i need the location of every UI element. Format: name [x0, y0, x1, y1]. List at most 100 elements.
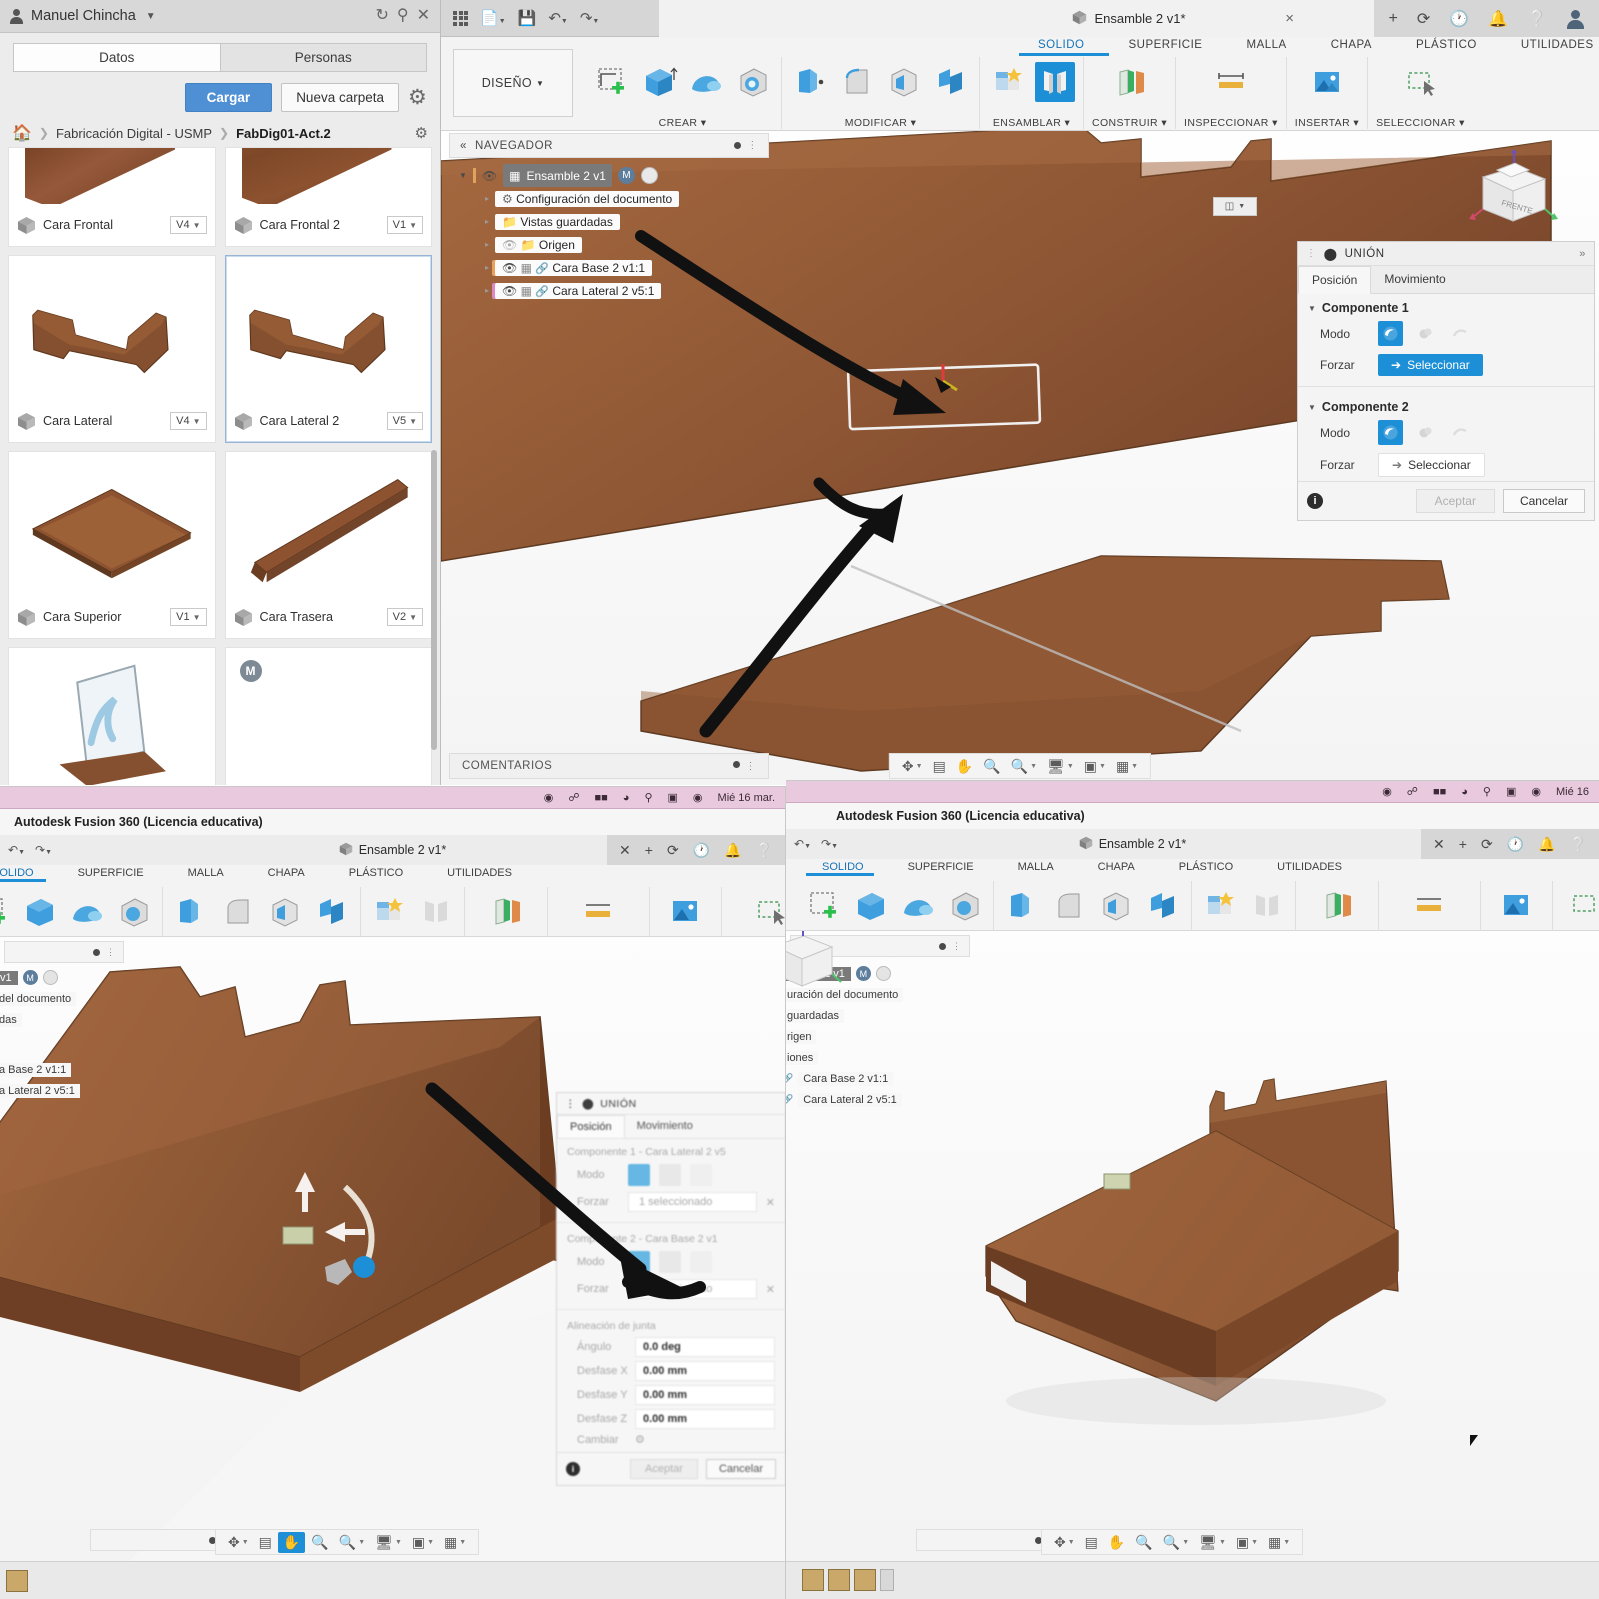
- mode-rigid-icon[interactable]: [628, 1251, 650, 1273]
- tree-row-root[interactable]: ▼ 👁 ▦ Ensamble 2 v1 M: [455, 164, 785, 187]
- ribbon-tab-chapa[interactable]: CHAPA: [1309, 39, 1394, 51]
- tree-row-saved-views[interactable]: das: [0, 1009, 76, 1030]
- ribbon-group-label[interactable]: ENSAMBLAR ▾: [993, 117, 1070, 129]
- measure-icon[interactable]: [1211, 62, 1251, 102]
- section-alineacion[interactable]: Alineación de junta: [557, 1313, 785, 1335]
- tab-posicion[interactable]: Posición: [557, 1115, 625, 1138]
- wifi-icon[interactable]: ◕: [1461, 786, 1468, 798]
- dock-app-icon[interactable]: [802, 1569, 824, 1591]
- tree-root-chip[interactable]: ▦ Ensamble 2 v1: [503, 164, 612, 187]
- add-tab-icon[interactable]: +: [1388, 10, 1397, 28]
- select-button-1[interactable]: ➔ Seleccionar: [1378, 354, 1483, 376]
- mode-slider-icon[interactable]: [1448, 420, 1473, 445]
- drag-handle-icon[interactable]: ⋮: [565, 1098, 576, 1110]
- browser-tree-fragment-2[interactable]: a Base 2 v1:1 a Lateral 2 v5:1: [0, 1059, 80, 1101]
- combine-icon[interactable]: [931, 62, 971, 102]
- ribbon-tab-chapa[interactable]: CHAPA: [1076, 861, 1157, 873]
- home-icon[interactable]: 🏠: [12, 123, 32, 143]
- field-value[interactable]: 0.00 mm: [635, 1385, 775, 1405]
- mode-rigid-icon[interactable]: [1378, 321, 1403, 346]
- pan-icon[interactable]: ▤: [1081, 1534, 1102, 1551]
- display-settings-icon[interactable]: 🖥 ▼: [1043, 758, 1078, 775]
- field-value[interactable]: 0.0 deg: [635, 1337, 775, 1357]
- comments-controls[interactable]: ⋮: [732, 760, 757, 772]
- selection-field-1[interactable]: 1 seleccionado: [628, 1192, 757, 1212]
- ribbon-tab-superficie[interactable]: SUPERFICIE: [56, 867, 166, 879]
- insert-image-icon[interactable]: [665, 891, 705, 931]
- close-icon[interactable]: ×: [1285, 10, 1294, 27]
- target-icon[interactable]: [42, 970, 58, 985]
- account-avatar-icon[interactable]: [1566, 9, 1585, 29]
- redo-icon[interactable]: ↷▼: [580, 9, 600, 27]
- tab-movimiento[interactable]: Movimiento: [1371, 266, 1458, 293]
- file-card[interactable]: Cara Frontal V4 ▼: [8, 147, 216, 247]
- shell-icon[interactable]: [884, 62, 924, 102]
- mode-rigid-icon[interactable]: [628, 1164, 650, 1186]
- version-selector[interactable]: V1 ▼: [386, 216, 423, 234]
- fillet-icon[interactable]: [218, 892, 258, 932]
- ribbon-tab-superficie[interactable]: SUPERFICIE: [886, 861, 996, 873]
- ribbon-tab-malla[interactable]: MALLA: [166, 867, 246, 879]
- look-at-icon[interactable]: ✋: [1104, 1534, 1129, 1551]
- mode-rigid-icon[interactable]: [1378, 420, 1403, 445]
- cancel-button[interactable]: Cancelar: [705, 1459, 776, 1479]
- control-center-icon[interactable]: ◉: [1382, 785, 1392, 798]
- grid-snap-icon[interactable]: ▣ ▼: [408, 1534, 438, 1551]
- document-tab[interactable]: Ensamble 2 v1*: [786, 836, 1599, 853]
- ribbon-group-label[interactable]: SELECCIONAR ▾: [1376, 117, 1465, 129]
- offset-plane-icon[interactable]: [486, 891, 526, 931]
- ribbon-tab-utilidades[interactable]: UTILIDADES: [425, 867, 534, 879]
- save-icon[interactable]: 💾: [518, 9, 537, 27]
- insert-image-icon[interactable]: [1307, 62, 1347, 102]
- gear-icon[interactable]: [408, 88, 427, 107]
- tree-row-cara-base[interactable]: a Base 2 v1:1: [0, 1059, 80, 1080]
- dock-app-icon[interactable]: [828, 1569, 850, 1591]
- orbit-icon[interactable]: ✥ ▼: [898, 758, 927, 775]
- expand-triangle-icon[interactable]: ▸: [485, 217, 489, 226]
- expand-icon[interactable]: »: [1579, 248, 1586, 260]
- ribbon-group-label[interactable]: INSPECCIONAR ▾: [1184, 117, 1278, 129]
- notification-bell-icon[interactable]: 🔔: [1488, 9, 1508, 29]
- comments-bar[interactable]: COMENTARIOS ⋮: [449, 753, 769, 779]
- ribbon-group-label[interactable]: CREAR ▾: [659, 117, 707, 129]
- fillet-icon[interactable]: [837, 62, 877, 102]
- extrude-icon[interactable]: [20, 892, 60, 932]
- tab-posicion[interactable]: Posición: [1298, 266, 1372, 294]
- display-mode-pill[interactable]: ◫ ▼: [1213, 197, 1257, 216]
- new-folder-button[interactable]: Nueva carpeta: [281, 83, 399, 112]
- expand-triangle-icon[interactable]: ▸: [485, 194, 489, 203]
- ribbon-tab-superficie[interactable]: SUPERFICIE: [1106, 39, 1224, 51]
- viewport-3d[interactable]: ⋮ sambe 2 v1 M uración del documento gua…: [786, 931, 1599, 1599]
- orbit-icon[interactable]: ✥ ▼: [224, 1534, 253, 1551]
- grid-snap-icon[interactable]: ▣ ▼: [1232, 1534, 1262, 1551]
- search-icon[interactable]: ⚲: [397, 8, 409, 24]
- accept-button[interactable]: Aceptar: [630, 1459, 698, 1479]
- viewport-3d[interactable]: v1 M del documento das a Base 2 v1:1 a L…: [0, 937, 785, 1599]
- breadcrumb-item-folder[interactable]: FabDig01-Act.2: [236, 126, 331, 141]
- file-card[interactable]: Cara Lateral V4 ▼: [8, 255, 216, 443]
- tree-row-origin[interactable]: ▸ 👁 📁 Origen: [455, 233, 785, 256]
- help-icon[interactable]: ❔: [1527, 9, 1547, 29]
- ribbon-tab-solido[interactable]: SOLIDO: [1016, 39, 1106, 51]
- tab-movimiento[interactable]: Movimiento: [625, 1115, 705, 1138]
- document-tab[interactable]: Ensamble 2 v1*: [0, 842, 785, 859]
- mode-revolute-icon[interactable]: [1413, 321, 1438, 346]
- tree-row-root[interactable]: v1 M: [0, 967, 76, 988]
- file-card[interactable]: Cara Frontal 2 V1 ▼: [224, 147, 432, 247]
- revolve-icon[interactable]: [67, 892, 107, 932]
- visibility-eye-icon[interactable]: 👁: [502, 238, 517, 252]
- grid-apps-icon[interactable]: [453, 10, 468, 26]
- extrude-icon[interactable]: [639, 62, 679, 102]
- tree-row-cara-lateral[interactable]: a Lateral 2 v5:1: [0, 1080, 80, 1101]
- wifi-icon[interactable]: ◕: [623, 792, 630, 804]
- dock-app-icon[interactable]: [6, 1570, 28, 1592]
- hole-icon[interactable]: [733, 62, 773, 102]
- comments-menu-icon[interactable]: ⋮: [746, 761, 757, 772]
- window-select-icon[interactable]: [1565, 885, 1599, 925]
- refresh-icon[interactable]: ↻: [375, 8, 388, 24]
- browser-tree-fragment[interactable]: v1 M del documento das: [0, 967, 77, 1030]
- search-icon[interactable]: ⚲: [1483, 785, 1491, 798]
- ribbon-tab-plastico[interactable]: PLÁSTICO: [327, 867, 425, 879]
- mode-slider-icon[interactable]: [690, 1251, 712, 1273]
- viewport-layout-icon[interactable]: ▦ ▼: [440, 1534, 470, 1551]
